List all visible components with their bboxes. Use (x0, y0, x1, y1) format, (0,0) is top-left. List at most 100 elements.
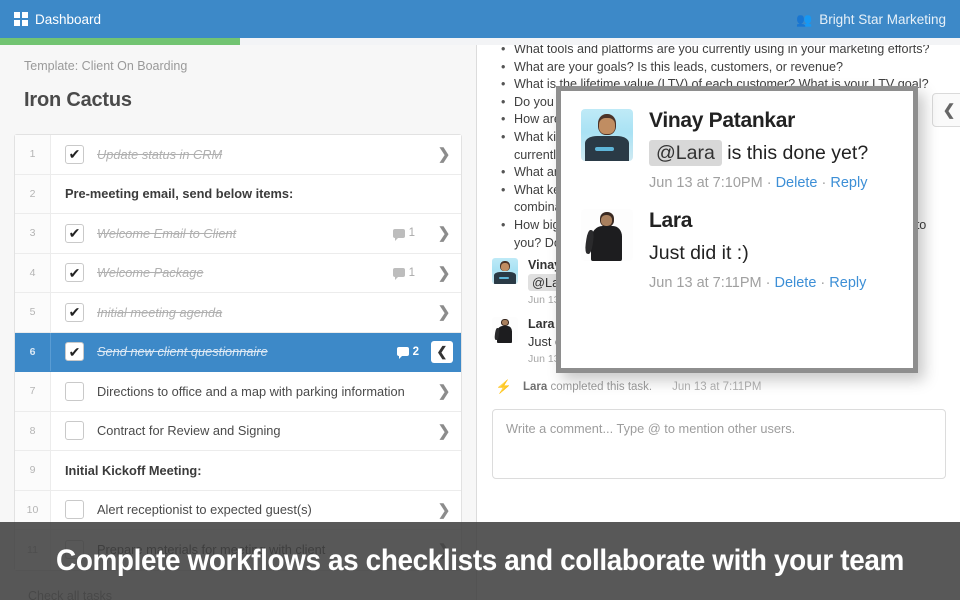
checklist-panel: Template: Client On Boarding Iron Cactus… (0, 45, 477, 600)
progress-bar (0, 38, 960, 45)
checklist-task-row[interactable]: 4 ✔ Welcome Package 1 ❯ (15, 253, 461, 293)
popup-comment-author: Lara (649, 209, 693, 232)
popup-comment-item: Lara Just did it :) Jun 13 at 7:11PM · Del… (581, 209, 893, 291)
question-list-item: What are your goals? Is this leads, cust… (501, 59, 940, 77)
avatar-vinay (492, 258, 518, 285)
grid-icon (14, 12, 28, 26)
comment-count: 1 (392, 227, 427, 241)
comment-count-value: 1 (408, 266, 415, 279)
row-expand-chevron-icon[interactable]: ❯ (427, 382, 461, 400)
task-checkbox[interactable]: ✔ (65, 302, 84, 322)
task-checkbox[interactable]: ✔ (65, 342, 84, 362)
navbar-brand[interactable]: Dashboard (14, 12, 101, 27)
page-title: Iron Cactus (24, 89, 132, 111)
navbar-organization[interactable]: 👥 Bright Star Marketing (796, 12, 946, 27)
popup-comment-item: Vinay Patankar @Lara is this done yet? Jun… (581, 109, 893, 191)
popup-comment-body: Vinay Patankar @Lara is this done yet? Jun… (649, 109, 868, 191)
row-number: 7 (15, 372, 51, 411)
row-expand-chevron-icon[interactable]: ❯ (427, 224, 461, 242)
row-expand-chevron-icon[interactable]: ❯ (427, 422, 461, 440)
popup-delete-link[interactable]: Delete (774, 275, 816, 291)
app-root: Dashboard 👥 Bright Star Marketing Templa… (0, 0, 960, 600)
popup-comment-text: Just did it :) (649, 242, 749, 264)
row-number: 3 (15, 214, 51, 253)
question-list-item: What tools and platforms are you current… (501, 45, 940, 59)
popup-comment-body: Lara Just did it :) Jun 13 at 7:11PM · Del… (649, 209, 866, 291)
checklist-task-row[interactable]: 1 ✔ Update status in CRM ❯ (15, 135, 461, 175)
task-label: Welcome Package (97, 265, 204, 281)
task-checkbox[interactable] (65, 500, 84, 520)
checklist-task-row[interactable]: 6 ✔ Send new client questionnaire 2 ❮ (15, 332, 461, 372)
task-checkbox[interactable]: ✔ (65, 263, 84, 283)
comment-count-value: 2 (412, 345, 419, 358)
top-navbar: Dashboard 👥 Bright Star Marketing (0, 0, 960, 38)
popup-reply-link[interactable]: Reply (829, 275, 866, 291)
activity-text: Lara completed this task. (523, 381, 652, 393)
task-label: Contract for Review and Signing (97, 423, 281, 439)
section-label: Initial Kickoff Meeting: (65, 462, 202, 478)
row-number: 6 (15, 332, 51, 371)
bolt-icon: ⚡ (495, 379, 513, 395)
popup-comment-meta: Jun 13 at 7:11PM · Delete · Reply (649, 275, 867, 291)
row-number: 8 (15, 411, 51, 450)
row-expand-chevron-icon[interactable]: ❯ (427, 145, 461, 163)
task-label: Update status in CRM (97, 146, 223, 162)
navbar-brand-label: Dashboard (35, 11, 102, 27)
navbar-organization-label: Bright Star Marketing (819, 11, 946, 27)
checklist-section-row[interactable]: 9 Initial Kickoff Meeting: (15, 451, 461, 491)
comment-bubble-icon (392, 268, 405, 281)
row-expand-chevron-icon[interactable]: ❯ (427, 501, 461, 519)
task-checkbox[interactable]: ✔ (65, 144, 84, 164)
task-checkbox[interactable] (65, 381, 84, 401)
checklist: 1 ✔ Update status in CRM ❯ 2 Pre-meeting emai… (14, 134, 462, 571)
row-collapse-button[interactable]: ❮ (431, 340, 453, 363)
progress-bar-fill (0, 38, 240, 45)
task-label: Alert receptionist to expected guest(s) (97, 502, 312, 518)
comment-count: 1 (392, 266, 427, 281)
avatar-lara (492, 317, 518, 344)
template-label: Template: Client On Boarding (24, 59, 188, 73)
row-expand-chevron-icon[interactable]: ❯ (427, 264, 461, 282)
checklist-task-row[interactable]: 5 ✔ Initial meeting agenda ❯ (15, 293, 461, 333)
activity-time: Jun 13 at 7:11PM (672, 381, 762, 394)
row-expand-chevron-icon[interactable]: ❯ (427, 303, 461, 321)
popup-comment-author: Vinay Patankar (649, 109, 795, 132)
task-label: Send new client questionnaire (97, 344, 268, 360)
comment-input[interactable]: Write a comment... Type @ to mention oth… (492, 409, 946, 480)
popup-mention-tag[interactable]: @Lara (649, 140, 722, 166)
popup-reply-link[interactable]: Reply (830, 175, 867, 191)
collapse-panel-button[interactable]: ❮ (932, 93, 960, 127)
task-checkbox[interactable] (65, 421, 84, 441)
checklist-section-row[interactable]: 2 Pre-meeting email, send below items: (15, 174, 461, 214)
caption-text: Complete workflows as checklists and col… (56, 544, 904, 577)
comment-bubble-icon (392, 228, 405, 241)
row-number: 9 (15, 451, 51, 490)
activity-entry: ⚡ Lara completed this task. Jun 13 at 7:… (492, 379, 946, 395)
comment-bubble-icon (396, 347, 409, 360)
popup-comment-text: @Lara is this done yet? (649, 140, 868, 166)
task-checkbox[interactable]: ✔ (65, 223, 84, 243)
checklist-task-row[interactable]: 3 ✔ Welcome Email to Client 1 ❯ (15, 214, 461, 254)
popup-delete-link[interactable]: Delete (776, 175, 818, 191)
section-label: Pre-meeting email, send below items: (65, 186, 294, 202)
task-label: Welcome Email to Client (97, 225, 237, 241)
avatar-vinay (581, 109, 633, 161)
people-icon: 👥 (796, 11, 813, 27)
row-number: 5 (15, 293, 51, 332)
task-label: Directions to office and a map with park… (97, 383, 405, 399)
comment-count-value: 1 (408, 227, 415, 240)
popup-comment-time: Jun 13 at 7:10PM (649, 175, 763, 191)
activity-action: completed this task. (547, 381, 653, 394)
row-number: 2 (15, 174, 51, 213)
activity-actor: Lara (523, 381, 548, 394)
comment-count: 2 (396, 345, 431, 360)
popup-comment-time: Jun 13 at 7:11PM (649, 275, 762, 291)
row-number: 4 (15, 253, 51, 292)
row-number: 1 (15, 135, 51, 174)
popup-comment-meta: Jun 13 at 7:10PM · Delete · Reply (649, 175, 868, 191)
checklist-task-row[interactable]: 8 Contract for Review and Signing ❯ (15, 411, 461, 451)
checklist-task-row[interactable]: 7 Directions to office and a map with par… (15, 372, 461, 412)
task-label: Initial meeting agenda (97, 304, 223, 320)
avatar-lara (581, 209, 633, 261)
comment-popup: Vinay Patankar @Lara is this done yet? Jun… (556, 86, 918, 373)
